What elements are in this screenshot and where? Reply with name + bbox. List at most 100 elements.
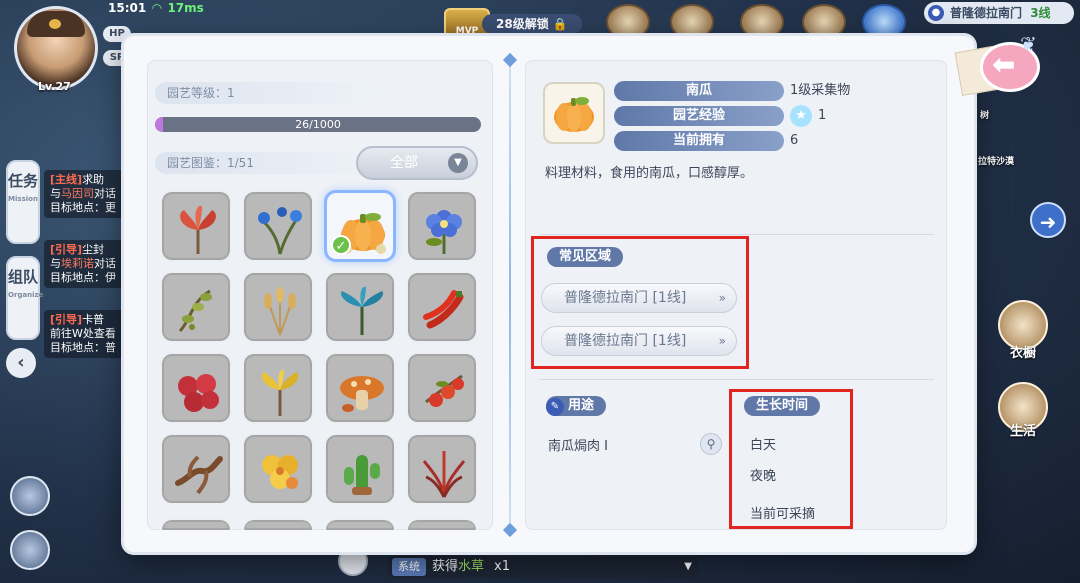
plant-cell[interactable] (160, 190, 232, 262)
orange-mushroom-icon (340, 376, 384, 412)
quest-title: 尘封 (82, 243, 105, 256)
map-pin-icon: ● (928, 5, 944, 21)
quest-tag: [引导] (50, 243, 83, 256)
mission-tab-label: 任务 (8, 172, 39, 190)
location-line: 3线 (1030, 6, 1051, 20)
item-description: 料理材料，食用的南瓜，口感醇厚。 (545, 166, 754, 181)
player-avatar[interactable] (14, 6, 98, 90)
skill-button[interactable] (10, 530, 50, 570)
plant-cell[interactable] (160, 352, 232, 424)
search-icon[interactable]: ⚲ (700, 433, 722, 455)
map-label-desert: 拉特沙漠 (978, 157, 1015, 167)
quest-tag: [主线] (50, 173, 83, 186)
hat-shop-icon[interactable] (740, 4, 784, 40)
plant-cell[interactable] (242, 271, 314, 343)
quest-title: 卡普 (82, 313, 105, 326)
item-name-label: 南瓜 (614, 81, 784, 101)
quest-target: 目标地点：普 (50, 341, 116, 354)
blue-flower-icon (426, 210, 462, 254)
knife-icon: ✎ (546, 398, 564, 416)
scale-icon[interactable] (606, 4, 650, 40)
lock-icon: 🔒 (552, 17, 568, 31)
brown-root-icon (175, 455, 223, 495)
ping: 17ms (167, 1, 204, 15)
quest-title: 求助 (82, 173, 105, 186)
emote-button[interactable] (10, 476, 50, 516)
plant-cell[interactable] (242, 352, 314, 424)
plant-cell[interactable] (160, 271, 232, 343)
blue-flower-herb-icon (258, 207, 302, 255)
plant-cell[interactable] (406, 190, 478, 262)
obtained-count: x1 (494, 559, 510, 574)
team-tab-label: 组队 (8, 268, 39, 286)
plant-cell[interactable] (242, 433, 314, 505)
highlight-box-growth (729, 389, 853, 529)
red-fruit-branch-icon (425, 374, 464, 407)
plant-cell[interactable] (324, 352, 396, 424)
clock: 15:01 (108, 1, 147, 15)
owned-label: 当前拥有 (614, 131, 784, 151)
plant-cell[interactable] (406, 352, 478, 424)
quest-npc: 马因司 (61, 187, 94, 200)
green-vine-icon (178, 289, 212, 333)
filter-label: 全部 (390, 155, 418, 171)
location-pill[interactable]: ● 普隆德拉南门 3线 (924, 2, 1074, 24)
plant-cell[interactable] (324, 433, 396, 505)
item-name-value: 1级采集物 (790, 83, 851, 98)
tab-team[interactable]: 组队 Organize (6, 256, 44, 340)
star-icon: ★ (790, 105, 812, 127)
gardening-level: 园艺等级：1 (155, 82, 385, 104)
plant-cell[interactable] (324, 518, 396, 530)
divider-line (540, 379, 934, 380)
chevron-down-icon: ▼ (448, 153, 468, 173)
exp-value: 1 (818, 108, 827, 123)
wardrobe-label: 衣橱 (1010, 346, 1037, 361)
plant-cell[interactable]: ✓ (324, 190, 396, 262)
highlight-box-area (531, 236, 749, 369)
quest-text: 与 (50, 257, 61, 270)
cactus-icon (344, 455, 380, 495)
unlock-badge: 28级解锁 🔒 (482, 14, 582, 34)
quest-target: 目标地点：伊 (50, 271, 116, 284)
close-button[interactable]: ⬅ ❦ (954, 28, 1054, 100)
carnival-icon[interactable] (670, 4, 714, 40)
codex-count: 园艺图鉴：1/51 (155, 152, 385, 174)
plant-cell[interactable] (160, 518, 232, 530)
plant-cell[interactable] (242, 518, 314, 530)
hat-icon (27, 11, 85, 37)
quest-text: 与 (50, 187, 61, 200)
plant-cell[interactable] (406, 518, 478, 530)
red-grass-icon (422, 451, 466, 498)
red-chili-icon (423, 290, 464, 329)
plant-cell[interactable] (324, 271, 396, 343)
tab-mission[interactable]: 任务 Mission (6, 160, 40, 244)
quest-text: 前往W处查看 (50, 327, 116, 340)
yellow-leaf-icon (261, 369, 299, 416)
back-arrow-icon: ⬅ (992, 48, 1016, 81)
plant-cell[interactable] (406, 271, 478, 343)
xp-progress-bar: 26/1000 (155, 117, 481, 132)
wifi-icon: ◠ (152, 1, 162, 15)
plant-cell[interactable] (242, 190, 314, 262)
yellow-flower-cluster-icon (262, 455, 298, 489)
check-icon: ✓ (331, 235, 351, 255)
expand-caret-icon[interactable]: ▼ (684, 556, 692, 578)
blue-palm-leaf-icon (340, 286, 384, 335)
quest-npc: 埃莉诺 (61, 257, 94, 270)
life-label: 生活 (1010, 424, 1037, 439)
divider-line (540, 234, 934, 235)
poring-icon[interactable] (862, 4, 906, 40)
feather-icon[interactable] (802, 4, 846, 40)
arrow-right-icon[interactable]: ➜ (1030, 202, 1066, 238)
quest-text: 对话 (94, 187, 116, 200)
filter-dropdown[interactable]: 全部 ▼ (356, 146, 478, 180)
player-level: Lv.27 (38, 80, 71, 93)
red-berry-icon (178, 374, 219, 412)
team-tab-sub: Organize (8, 291, 44, 299)
system-message-bar[interactable]: 系统 获得水草 x1 ▼ (388, 556, 698, 578)
quest-target: 目标地点：更 (50, 201, 116, 214)
location-name: 普隆德拉南门 (950, 6, 1023, 20)
plant-cell[interactable] (406, 433, 478, 505)
plant-cell[interactable] (160, 433, 232, 505)
collapse-arrow-icon[interactable]: ‹ (6, 348, 36, 378)
